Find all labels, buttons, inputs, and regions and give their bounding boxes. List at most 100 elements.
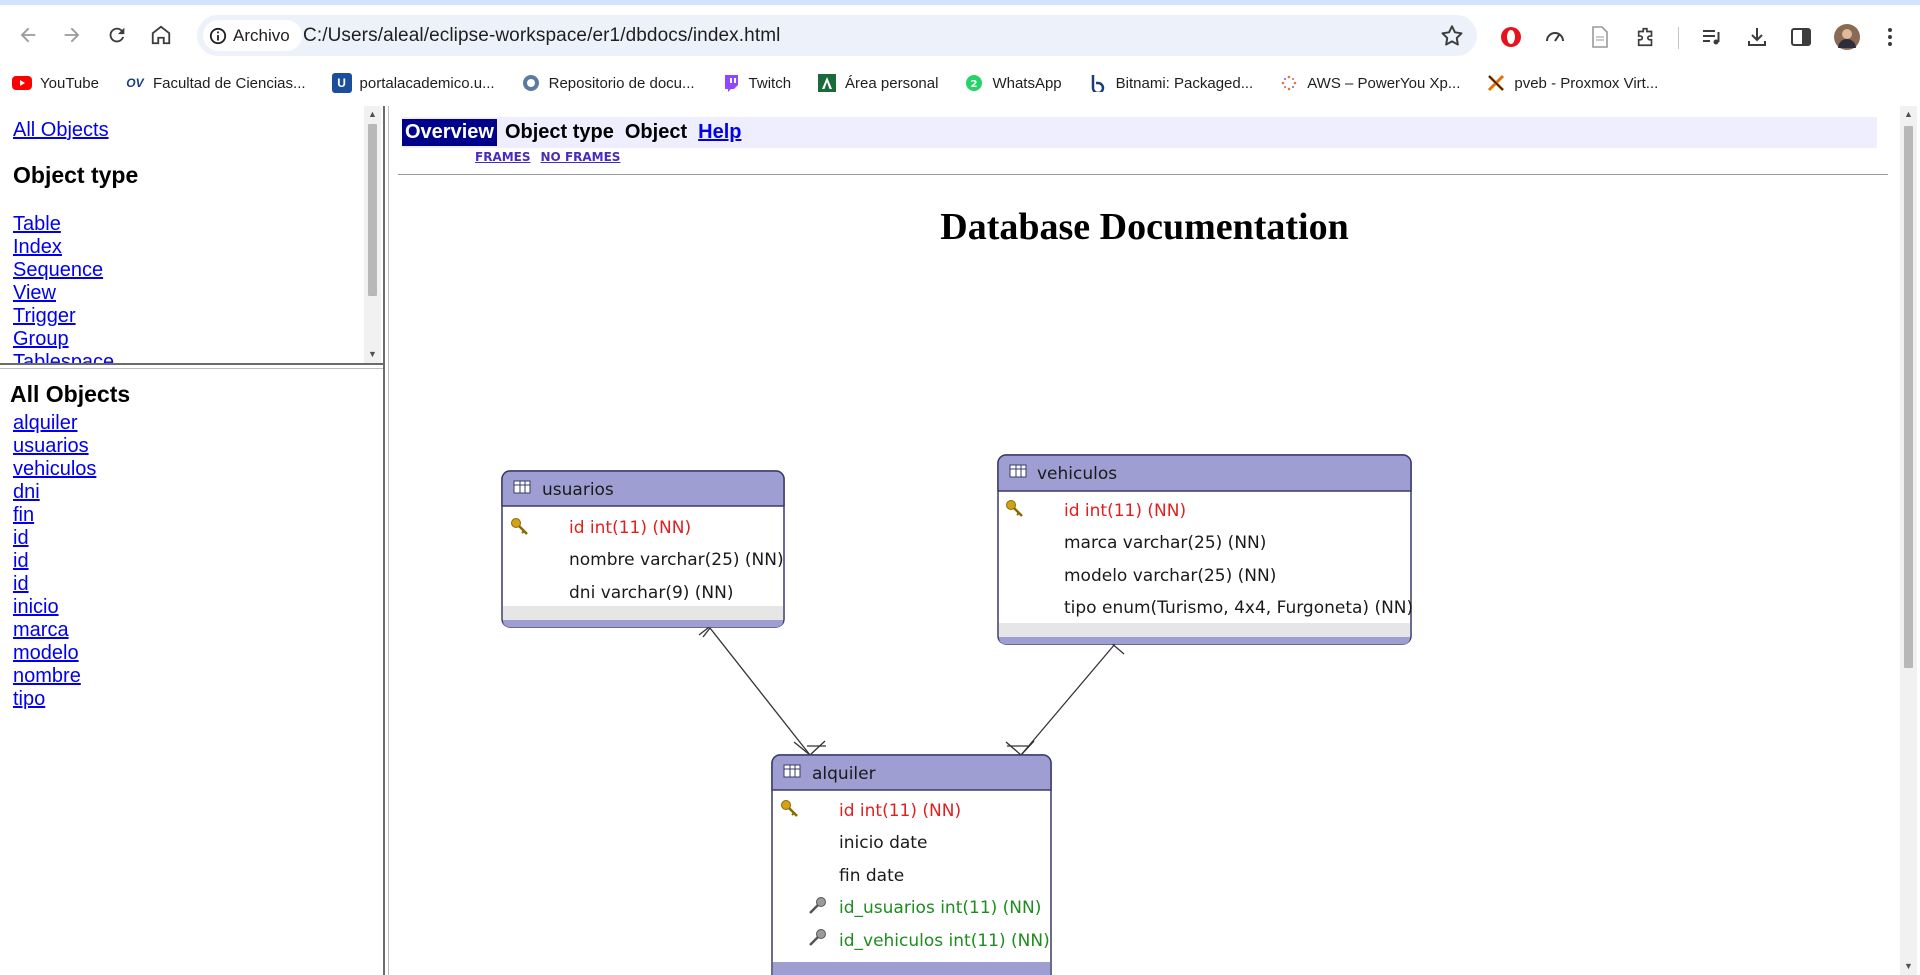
profile-avatar[interactable]	[1833, 23, 1861, 51]
bookmark-proxmox[interactable]: pveb - Proxmox Virt...	[1486, 73, 1658, 93]
scroll-up-arrow-icon[interactable]: ▲	[367, 109, 378, 120]
all-objects-heading: All Objects	[10, 381, 131, 407]
back-button[interactable]	[11, 18, 45, 52]
bookmark-label: Twitch	[748, 74, 792, 92]
bookmark-star-icon[interactable]	[1439, 23, 1465, 49]
extensions-puzzle-icon[interactable]	[1632, 23, 1660, 51]
forward-button[interactable]	[55, 18, 89, 52]
object-link[interactable]: tipo	[13, 688, 96, 711]
browser-chrome: Archivo C:/Users/aleal/eclipse-workspace…	[0, 0, 1920, 102]
site-chip-label: Archivo	[233, 25, 290, 45]
table-icon	[783, 764, 801, 778]
bookmark-bitnami[interactable]: Bitnami: Packaged...	[1088, 73, 1254, 93]
scroll-up-arrow-icon[interactable]: ▲	[1903, 109, 1914, 120]
scroll-down-arrow-icon[interactable]: ▼	[1903, 961, 1914, 972]
object-types-frame: All Objects Object type Table Index Sequ…	[0, 106, 383, 363]
er-table-alquiler[interactable]: alquiler id int(11) (NN) inicio date fin…	[771, 754, 1052, 975]
bookmark-label: Facultad de Ciencias...	[152, 74, 306, 92]
bookmark-label: Área personal	[845, 74, 939, 92]
reload-button[interactable]	[100, 18, 134, 52]
er-column: modelo varchar(25) (NN)	[1064, 566, 1276, 586]
ov-logo-icon: OV	[126, 76, 144, 90]
bookmark-aws[interactable]: AWS – PowerYou Xp...	[1279, 73, 1460, 93]
object-link[interactable]: id	[13, 550, 96, 573]
er-column: tipo enum(Turismo, 4x4, Furgoneta) (NN)	[1064, 598, 1413, 618]
er-table-title: vehiculos	[1037, 464, 1117, 484]
main-scrollbar-thumb[interactable]	[1904, 126, 1913, 668]
type-link-index[interactable]: Index	[13, 236, 114, 259]
home-button[interactable]	[144, 18, 178, 52]
relationship-usuarios-alquiler	[698, 616, 826, 762]
moodle-a-icon	[817, 73, 837, 93]
bookmark-facultad[interactable]: OV Facultad de Ciencias...	[125, 73, 306, 93]
document-icon[interactable]	[1586, 23, 1614, 51]
object-link[interactable]: vehiculos	[13, 458, 96, 481]
main-content-frame: Overview Object type Object Help FRAMES …	[389, 106, 1900, 975]
type-link-table[interactable]: Table	[13, 213, 114, 236]
speedometer-icon[interactable]	[1541, 23, 1569, 51]
table-icon	[1009, 464, 1027, 478]
object-link[interactable]: nombre	[13, 665, 96, 688]
object-link[interactable]: id	[13, 527, 96, 550]
type-link-trigger[interactable]: Trigger	[13, 305, 114, 328]
type-link-view[interactable]: View	[13, 282, 114, 305]
object-link[interactable]: inicio	[13, 596, 96, 619]
bookmark-label: portalacademico.u...	[359, 74, 495, 92]
er-table-title: alquiler	[812, 764, 876, 784]
bookmark-portalacademico[interactable]: U portalacademico.u...	[331, 73, 495, 93]
arrow-left-icon	[20, 27, 36, 43]
media-queue-icon[interactable]	[1698, 23, 1726, 51]
er-table-vehiculos[interactable]: vehiculos id int(11) (NN) marca varchar(…	[997, 454, 1413, 645]
info-icon	[209, 27, 227, 44]
repository-icon	[521, 73, 541, 93]
er-column: dni varchar(9) (NN)	[569, 583, 734, 603]
bookmark-label: Bitnami: Packaged...	[1115, 74, 1254, 92]
toolbar-separator	[1678, 27, 1679, 49]
site-info-chip[interactable]: Archivo	[203, 20, 302, 51]
bookmark-label: pveb - Proxmox Virt...	[1514, 74, 1659, 92]
type-link-tablespace[interactable]: Tablespace	[13, 351, 114, 363]
types-scrollbar-thumb[interactable]	[368, 124, 377, 296]
all-objects-link[interactable]: All Objects	[13, 119, 109, 142]
object-link[interactable]: id	[13, 573, 96, 596]
bookmark-twitch[interactable]: Twitch	[721, 73, 792, 93]
bookmark-youtube[interactable]: YouTube	[12, 73, 99, 93]
address-bar[interactable]: Archivo C:/Users/aleal/eclipse-workspace…	[197, 15, 1477, 56]
er-column-pk: id int(11) (NN)	[1064, 501, 1186, 521]
object-link[interactable]: alquiler	[13, 412, 96, 435]
bookmarks-bar: YouTube OV Facultad de Ciencias... U por…	[0, 64, 1920, 102]
object-link[interactable]: modelo	[13, 642, 96, 665]
relationship-vehiculos-alquiler	[1005, 635, 1125, 762]
twitch-icon	[721, 73, 741, 93]
er-table-usuarios[interactable]: usuarios id int(11) (NN) nombre varchar(…	[501, 470, 785, 628]
object-type-list: Table Index Sequence View Trigger Group …	[13, 213, 114, 363]
er-column: inicio date	[839, 833, 927, 853]
er-column: fin date	[839, 866, 904, 886]
scroll-down-arrow-icon[interactable]: ▼	[367, 349, 378, 360]
main-scrollbar[interactable]: ▲ ▼	[1900, 106, 1917, 975]
side-panel-icon[interactable]	[1787, 23, 1815, 51]
bookmark-whatsapp[interactable]: 2 WhatsApp	[964, 73, 1062, 93]
type-link-sequence[interactable]: Sequence	[13, 259, 114, 282]
bookmark-label: WhatsApp	[992, 74, 1062, 92]
object-link[interactable]: dni	[13, 481, 96, 504]
youtube-icon	[12, 73, 32, 93]
er-column-pk: id int(11) (NN)	[839, 801, 961, 821]
url-text[interactable]: C:/Users/aleal/eclipse-workspace/er1/dbd…	[303, 25, 780, 47]
type-link-group[interactable]: Group	[13, 328, 114, 351]
bookmark-area-personal[interactable]: Área personal	[817, 73, 938, 93]
types-scrollbar[interactable]: ▲ ▼	[364, 106, 381, 363]
download-icon[interactable]	[1743, 23, 1771, 51]
home-icon	[151, 25, 171, 45]
object-link[interactable]: fin	[13, 504, 96, 527]
object-link[interactable]: marca	[13, 619, 96, 642]
object-link[interactable]: usuarios	[13, 435, 96, 458]
er-diagram: usuarios id int(11) (NN) nombre varchar(…	[501, 454, 1413, 975]
aws-dots-icon	[1279, 73, 1299, 93]
all-objects-frame: All Objects alquiler usuarios vehiculos …	[0, 369, 383, 975]
arrow-right-icon	[64, 27, 80, 43]
menu-kebab-icon[interactable]	[1876, 23, 1904, 51]
browser-toolbar: Archivo C:/Users/aleal/eclipse-workspace…	[0, 5, 1920, 64]
opera-extension-icon[interactable]	[1497, 23, 1525, 51]
bookmark-repositorio[interactable]: Repositorio de docu...	[521, 73, 695, 93]
